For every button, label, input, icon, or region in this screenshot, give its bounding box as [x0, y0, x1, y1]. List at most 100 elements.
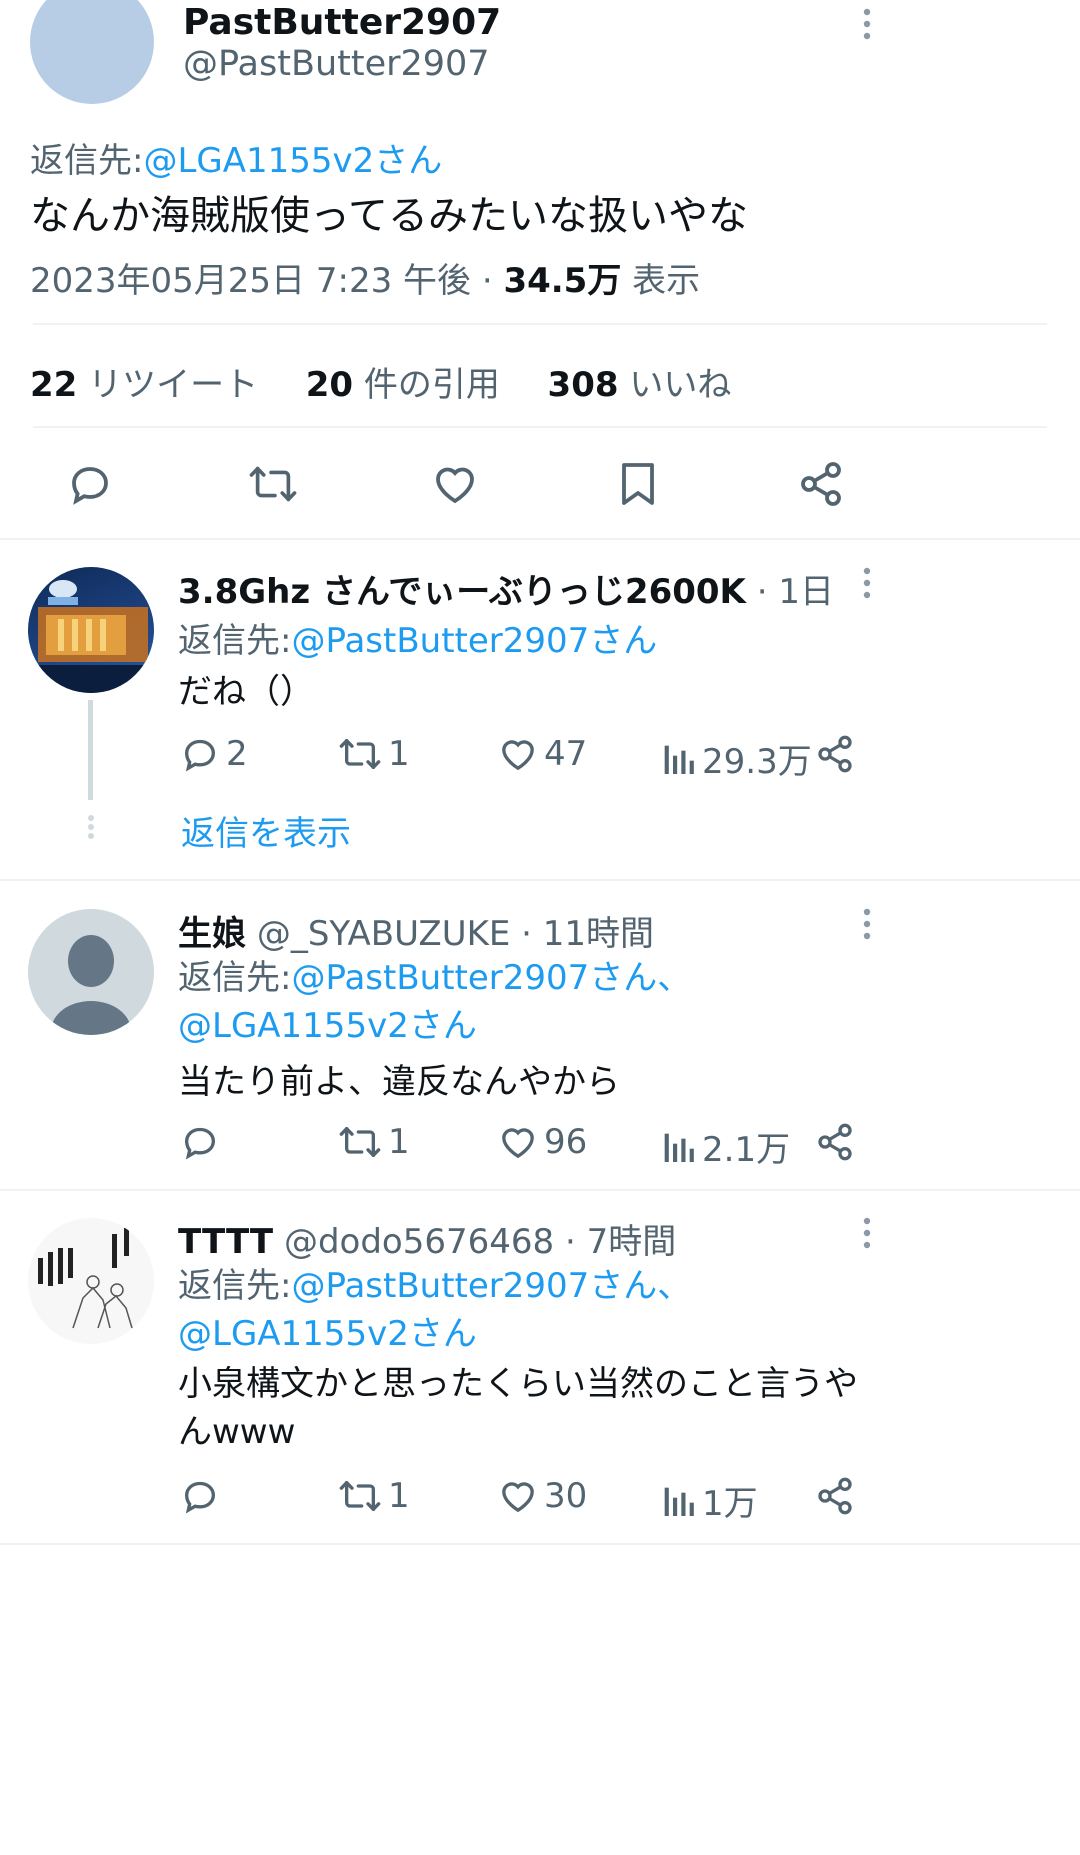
- post-time[interactable]: · 11時間: [521, 914, 654, 954]
- like-icon: [502, 740, 534, 771]
- tweet-text: だね（）: [178, 672, 314, 712]
- more-options-icon[interactable]: [847, 4, 887, 44]
- quotes-stat[interactable]: 20 件の引用: [306, 365, 500, 405]
- reply-icon: [184, 1481, 216, 1514]
- like-count: 30: [544, 1476, 588, 1516]
- share-button[interactable]: [815, 734, 855, 774]
- show-replies-link[interactable]: 返信を表示: [181, 806, 351, 855]
- reply-button[interactable]: [180, 1476, 226, 1516]
- bookmark-icon[interactable]: [616, 460, 660, 512]
- more-options-icon[interactable]: [847, 563, 887, 603]
- reply-icon: [184, 1127, 216, 1160]
- user-handle[interactable]: @PastButter2907: [183, 44, 490, 84]
- display-name[interactable]: PastButter2907: [183, 2, 501, 43]
- view-count: 2.1万: [702, 1130, 791, 1170]
- like-icon[interactable]: [431, 460, 479, 512]
- avatar[interactable]: [28, 909, 154, 1035]
- quotes-label: 件の引用: [363, 365, 500, 405]
- thread-dots: [87, 814, 95, 844]
- quotes-count: 20: [305, 365, 354, 405]
- avatar[interactable]: [30, 0, 154, 104]
- reply-target-link[interactable]: @PastButter2907さん、: [291, 958, 691, 998]
- retweet-icon[interactable]: [248, 460, 298, 512]
- share-button[interactable]: [815, 1122, 855, 1162]
- retweet-count: 1: [388, 734, 410, 774]
- user-handle[interactable]: @_SYABUZUKE: [257, 914, 511, 954]
- divider: [0, 879, 1080, 881]
- user-handle[interactable]: @dodo5676468: [284, 1222, 554, 1262]
- tweet-text: 当たり前よ、違反なんやから: [178, 1062, 620, 1102]
- reply-context: 返信先:@PastButter2907さん、 @LGA1155v2さん: [178, 1262, 691, 1358]
- retweets-count: 22: [30, 365, 78, 405]
- retweet-button[interactable]: 1: [338, 1476, 410, 1516]
- reply-header: TTTT @dodo5676468 · 7時間: [178, 1214, 676, 1263]
- views-label: 表示: [621, 261, 701, 301]
- timestamp[interactable]: 2023年05月25日 7:23 午後 ·: [30, 261, 503, 301]
- more-options-icon[interactable]: [847, 904, 887, 944]
- retweets-label: リツイート: [88, 365, 259, 405]
- reply-icon[interactable]: [66, 460, 114, 512]
- cpu-box-image: [28, 580, 154, 693]
- view-count: 29.3万: [702, 742, 812, 782]
- engagement-stats: 22 リツイート 20 件の引用 308 いいね: [30, 357, 731, 406]
- reply-prefix: 返信先:: [178, 621, 292, 661]
- reply-button[interactable]: [180, 1122, 226, 1162]
- reply-target-link[interactable]: @PastButter2907さん、: [291, 1266, 691, 1306]
- display-name[interactable]: 生娘: [178, 914, 246, 954]
- post-time[interactable]: · 7時間: [565, 1222, 676, 1262]
- default-avatar-icon: [51, 935, 131, 1035]
- views-button[interactable]: 29.3万: [660, 734, 812, 783]
- reply-target-link[interactable]: @LGA1155v2さん: [178, 1314, 477, 1354]
- reply-prefix: 返信先:: [178, 958, 292, 998]
- reply-context: 返信先:@PastButter2907さん: [178, 613, 657, 662]
- reply-header: 3.8Ghz さんでぃーぶりっじ2600K · 1日: [178, 564, 834, 613]
- views-count[interactable]: 34.5万: [503, 261, 621, 301]
- retweet-button[interactable]: 1: [338, 734, 410, 774]
- share-icon: [818, 735, 852, 773]
- avatar[interactable]: [28, 567, 154, 693]
- tweet-text-line: 小泉構文かと思ったくらい当然のこと言うや: [178, 1364, 858, 1404]
- view-count: 1万: [702, 1484, 758, 1524]
- like-icon: [502, 1482, 534, 1513]
- display-name[interactable]: 3.8Ghz さんでぃーぶりっじ2600K: [178, 572, 746, 612]
- more-options-icon[interactable]: [847, 1213, 887, 1253]
- reply-button[interactable]: 2: [180, 734, 248, 774]
- views-button[interactable]: 2.1万: [660, 1122, 790, 1171]
- reply-prefix: 返信先:: [178, 1266, 292, 1306]
- post-time[interactable]: · 1日: [757, 572, 834, 612]
- retweet-icon: [339, 739, 381, 769]
- retweet-count: 1: [388, 1476, 410, 1516]
- divider: [0, 538, 1080, 540]
- share-icon[interactable]: [797, 460, 845, 512]
- share-button[interactable]: [815, 1476, 855, 1516]
- divider: [33, 426, 1047, 428]
- like-count: 47: [544, 734, 588, 774]
- likes-stat[interactable]: 308 いいね: [548, 365, 732, 405]
- like-button[interactable]: 47: [498, 734, 587, 774]
- share-icon: [818, 1123, 852, 1161]
- like-button[interactable]: 96: [498, 1122, 587, 1162]
- like-count: 96: [544, 1122, 588, 1162]
- views-button[interactable]: 1万: [660, 1476, 758, 1525]
- retweet-button[interactable]: 1: [338, 1122, 410, 1162]
- display-name[interactable]: TTTT: [178, 1222, 273, 1262]
- retweets-stat[interactable]: 22 リツイート: [30, 365, 258, 405]
- reply-prefix: 返信先:: [30, 141, 144, 181]
- reply-count: 2: [226, 734, 248, 774]
- reply-target-link[interactable]: @LGA1155v2さん: [178, 1006, 477, 1046]
- retweet-count: 1: [388, 1122, 410, 1162]
- share-icon: [818, 1477, 852, 1515]
- reply-context: 返信先:@LGA1155v2さん: [30, 133, 442, 182]
- reply-target-link[interactable]: @PastButter2907さん: [291, 621, 657, 661]
- avatar[interactable]: [28, 1218, 154, 1344]
- views-icon: [664, 745, 694, 774]
- retweet-icon: [339, 1127, 381, 1157]
- manga-panel-image: [28, 1218, 154, 1344]
- like-button[interactable]: 30: [498, 1476, 587, 1516]
- likes-count: 308: [547, 365, 619, 405]
- reply-context: 返信先:@PastButter2907さん、 @LGA1155v2さん: [178, 954, 691, 1050]
- reply-header: 生娘 @_SYABUZUKE · 11時間: [178, 906, 654, 955]
- retweet-icon: [339, 1481, 381, 1511]
- reply-target-link[interactable]: @LGA1155v2さん: [143, 141, 442, 181]
- tweet-meta: 2023年05月25日 7:23 午後 · 34.5万 表示: [30, 253, 700, 302]
